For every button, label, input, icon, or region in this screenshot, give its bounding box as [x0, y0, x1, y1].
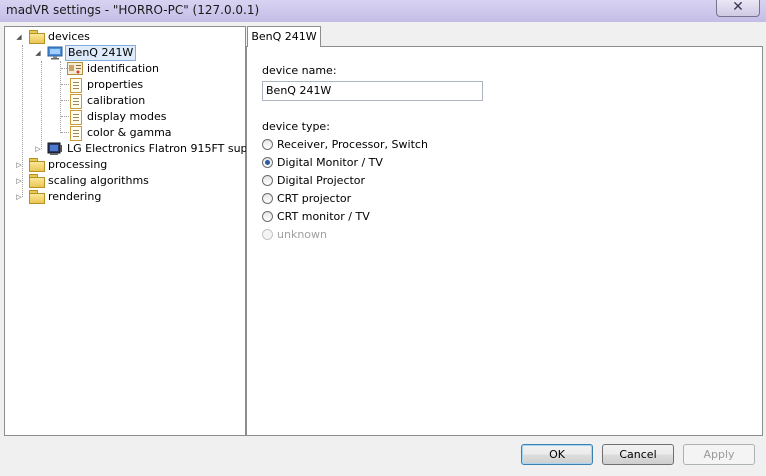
tree-label: scaling algorithms [48, 174, 149, 187]
tree-item-properties[interactable]: properties [5, 77, 243, 93]
collapsed-arrow-icon[interactable]: ▷ [15, 161, 23, 169]
tree-label: rendering [48, 190, 102, 203]
collapsed-arrow-icon[interactable]: ▷ [34, 145, 42, 153]
apply-button: Apply [683, 444, 755, 465]
title-bar[interactable]: madVR settings - "HORRO-PC" (127.0.0.1) … [0, 0, 766, 22]
cancel-button[interactable]: Cancel [602, 444, 674, 465]
page-icon [70, 78, 82, 93]
radio-label: CRT monitor / TV [277, 210, 370, 223]
radio-button-disabled [262, 229, 273, 240]
tree-item-processing[interactable]: ▷ processing [5, 157, 243, 173]
device-name-input[interactable]: BenQ 241W [262, 81, 483, 101]
folder-icon [29, 158, 45, 172]
device-type-label: device type: [262, 120, 330, 133]
crt-monitor-icon [47, 142, 62, 155]
expanded-arrow-icon[interactable]: ◢ [34, 49, 42, 57]
radio-label: Digital Monitor / TV [277, 156, 383, 169]
device-name-label: device name: [262, 64, 337, 77]
tree-label: identification [87, 62, 159, 75]
radio-button[interactable] [262, 175, 273, 186]
tree-item-identification[interactable]: identification [5, 61, 243, 77]
tree-item-devices[interactable]: ◢ devices [5, 29, 243, 45]
ok-button[interactable]: OK [521, 444, 593, 465]
tree-item-rendering[interactable]: ▷ rendering [5, 189, 243, 205]
tree-label: properties [87, 78, 144, 91]
collapsed-arrow-icon[interactable]: ▷ [15, 193, 23, 201]
expanded-arrow-icon[interactable]: ◢ [15, 33, 23, 41]
window-title: madVR settings - "HORRO-PC" (127.0.0.1) [6, 3, 260, 17]
page-icon [70, 94, 82, 109]
identification-icon [67, 62, 83, 75]
tree-item-display-modes[interactable]: display modes [5, 109, 243, 125]
radio-label: Digital Projector [277, 174, 366, 187]
folder-icon [29, 190, 45, 204]
settings-tree: ◢ devices ◢ BenQ 241W identification pro… [4, 26, 259, 436]
tree-label: devices [48, 30, 90, 43]
tree-item-benq[interactable]: ◢ BenQ 241W [5, 45, 243, 61]
close-button[interactable]: ✕ [716, 0, 760, 17]
tree-item-scaling-algorithms[interactable]: ▷ scaling algorithms [5, 173, 243, 189]
tree-label: BenQ 241W [65, 45, 137, 61]
tree-label: color & gamma [87, 126, 172, 139]
tree-item-color-gamma[interactable]: color & gamma [5, 125, 243, 141]
folder-icon [29, 174, 45, 188]
radio-label: CRT projector [277, 192, 352, 205]
tab-benq[interactable]: BenQ 241W [247, 26, 321, 47]
radio-button[interactable] [262, 193, 273, 204]
folder-icon [29, 30, 45, 44]
collapsed-arrow-icon[interactable]: ▷ [15, 177, 23, 185]
radio-label: unknown [277, 228, 327, 241]
tree-label: LG Electronics Flatron 915FT super [67, 142, 259, 155]
settings-window: madVR settings - "HORRO-PC" (127.0.0.1) … [0, 0, 766, 476]
radio-button[interactable] [262, 211, 273, 222]
tree-label: display modes [87, 110, 167, 123]
tree-item-lg-flatron[interactable]: ▷ LG Electronics Flatron 915FT super [5, 141, 259, 157]
radio-button-selected[interactable] [262, 157, 273, 168]
monitor-icon [47, 46, 63, 60]
page-icon [70, 110, 82, 125]
page-icon [70, 126, 82, 141]
device-settings-panel: device name: BenQ 241W device type: Rece… [246, 46, 763, 436]
tree-label: calibration [87, 94, 146, 107]
close-icon: ✕ [732, 0, 744, 15]
tree-item-calibration[interactable]: calibration [5, 93, 243, 109]
radio-label: Receiver, Processor, Switch [277, 138, 428, 151]
tree-label: processing [48, 158, 108, 171]
radio-button[interactable] [262, 139, 273, 150]
